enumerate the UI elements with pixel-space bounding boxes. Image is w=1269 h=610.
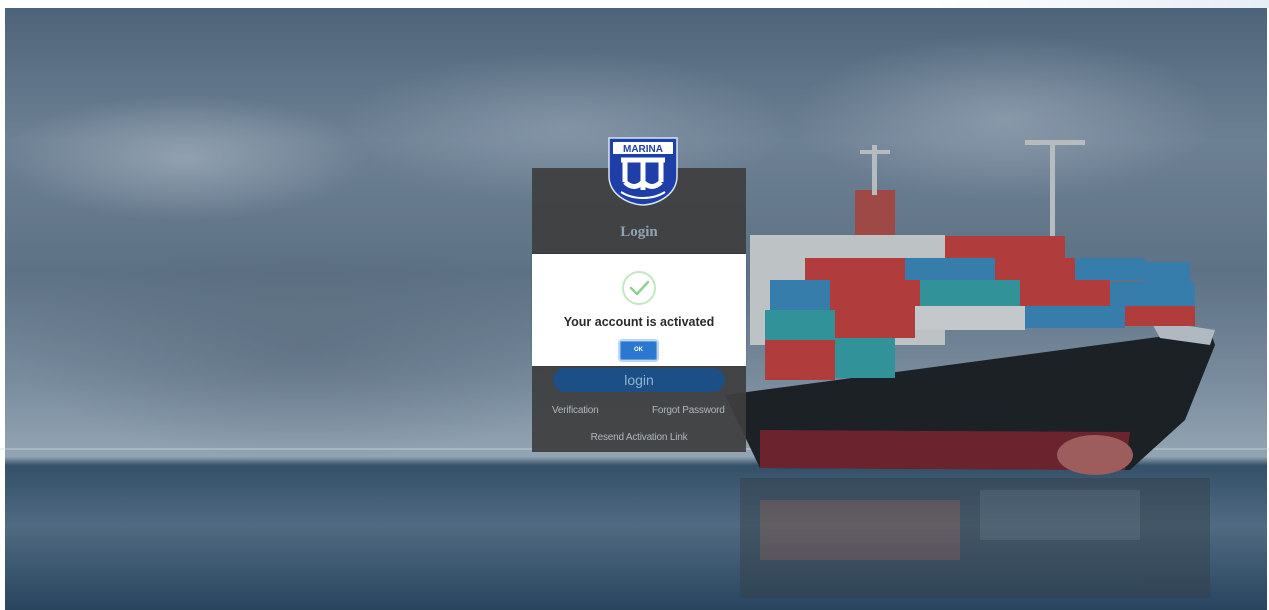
dialog-message: Your account is activated — [563, 315, 715, 329]
resend-activation-link[interactable]: Resend Activation Link — [532, 432, 746, 443]
success-check-icon — [622, 271, 656, 305]
login-button[interactable]: login — [553, 368, 725, 392]
logo-text: MARINA — [623, 144, 663, 155]
forgot-password-link[interactable]: Forgot Password — [652, 405, 725, 416]
ok-button[interactable]: OK — [620, 341, 657, 360]
verification-link[interactable]: Verification — [552, 405, 599, 416]
login-title: Login — [620, 224, 658, 240]
marina-logo: MARINA — [608, 137, 678, 206]
